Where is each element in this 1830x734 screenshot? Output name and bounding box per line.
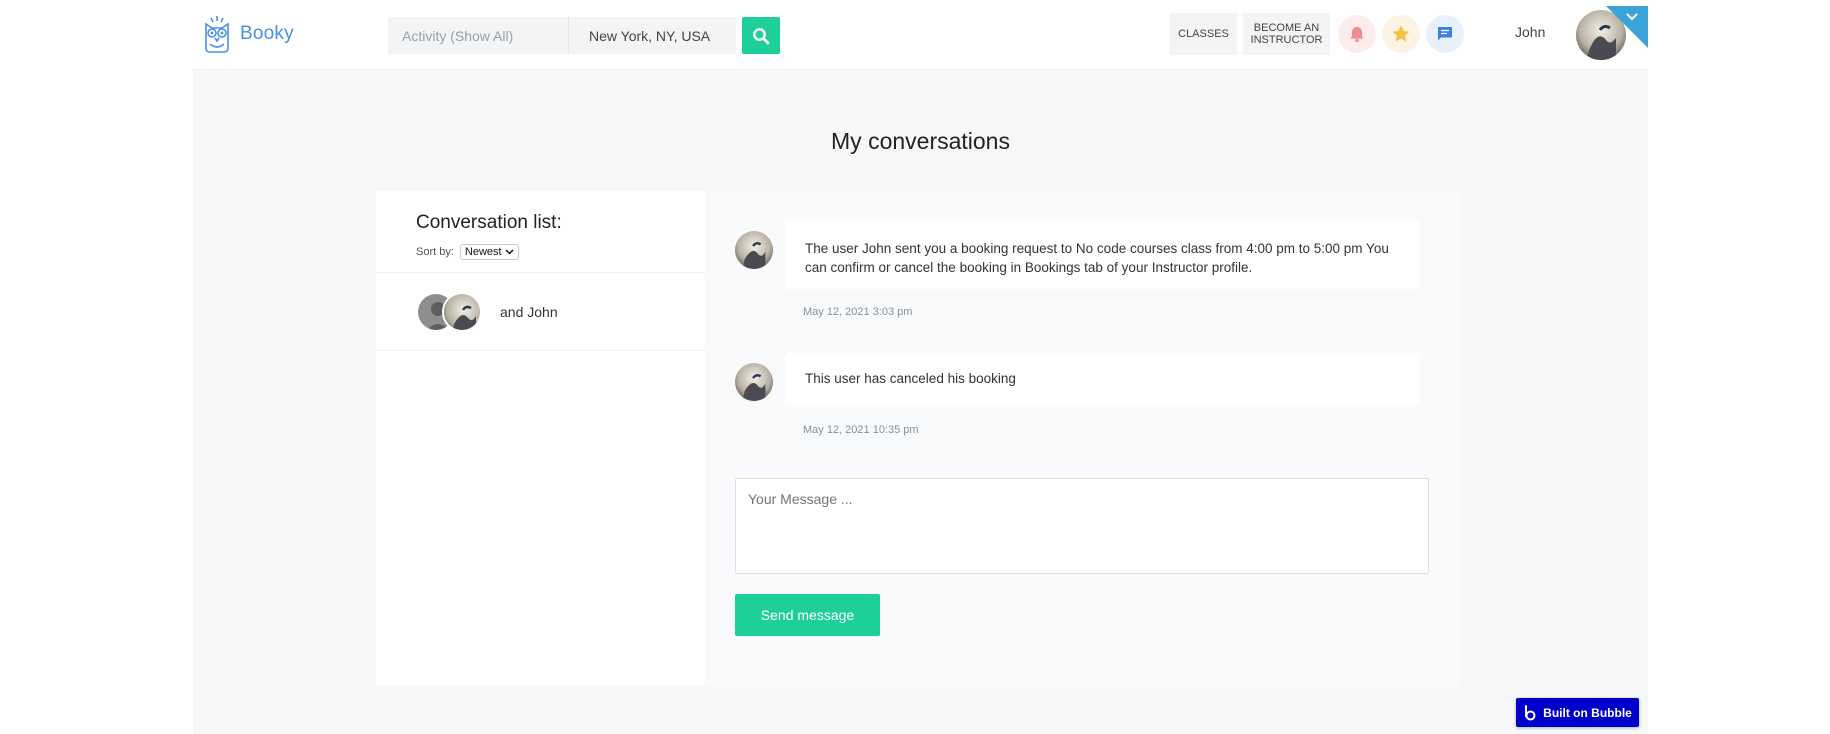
avatar (442, 291, 482, 332)
user-photo-icon (444, 293, 480, 330)
owl-logo-icon (205, 16, 229, 53)
activity-input[interactable]: Activity (Show All) (388, 17, 568, 54)
chat-pane: The user John sent you a booking request… (705, 191, 1460, 686)
user-name[interactable]: John (1515, 24, 1545, 40)
dropdown-corner-icon[interactable] (1606, 6, 1648, 48)
search-icon (753, 27, 770, 44)
list-item-label: and John (500, 303, 558, 320)
sort-row: Sort by: Newest (416, 244, 665, 260)
send-message-button[interactable]: Send message (735, 594, 880, 636)
app-frame: Booky Activity (Show All) New York, NY, … (193, 0, 1648, 734)
star-icon (1392, 25, 1410, 42)
avatar (735, 363, 773, 401)
sort-select[interactable]: Newest (459, 244, 519, 260)
classes-button[interactable]: CLASSES (1170, 13, 1237, 55)
page-title: My conversations (831, 128, 1010, 154)
bubble-logo-icon (1525, 704, 1536, 720)
conversation-list: Conversation list: Sort by: Newest and J… (376, 191, 705, 686)
messages-button[interactable] (1426, 15, 1464, 53)
message-bubble: This user has canceled his booking (785, 353, 1420, 405)
notifications-button[interactable] (1338, 15, 1376, 53)
search-bar: Activity (Show All) New York, NY, USA (388, 17, 780, 54)
bell-icon (1350, 27, 1364, 43)
message-bubble: The user John sent you a booking request… (785, 221, 1420, 289)
chat-icon (1438, 27, 1452, 41)
badge-label: Built on Bubble (1543, 705, 1632, 720)
conversations-panel: Conversation list: Sort by: Newest and J… (376, 191, 1460, 686)
conversation-list-title: Conversation list: (416, 212, 562, 233)
brand-logo[interactable]: Booky (202, 14, 294, 54)
message-time: May 12, 2021 10:35 pm (803, 424, 919, 436)
avatar-pair (416, 291, 488, 332)
become-instructor-button[interactable]: BECOME AN INSTRUCTOR (1243, 13, 1330, 55)
user-photo-icon (735, 231, 773, 269)
message-time: May 12, 2021 3:03 pm (803, 306, 913, 318)
conversation-list-header: Conversation list: Sort by: Newest (376, 191, 705, 273)
built-on-bubble-badge[interactable]: Built on Bubble (1516, 698, 1639, 727)
user-photo-icon (735, 363, 773, 401)
chevron-down-icon (505, 249, 514, 255)
list-item[interactable]: and John (376, 273, 705, 351)
sort-value: Newest (464, 246, 502, 258)
message-input[interactable] (735, 478, 1429, 574)
brand-name: Booky (240, 23, 294, 44)
favorites-button[interactable] (1382, 15, 1420, 53)
top-header: Booky Activity (Show All) New York, NY, … (193, 0, 1648, 70)
avatar (735, 231, 773, 269)
search-button[interactable] (742, 17, 780, 54)
sort-label: Sort by: (416, 246, 454, 258)
location-input[interactable]: New York, NY, USA (568, 17, 736, 54)
